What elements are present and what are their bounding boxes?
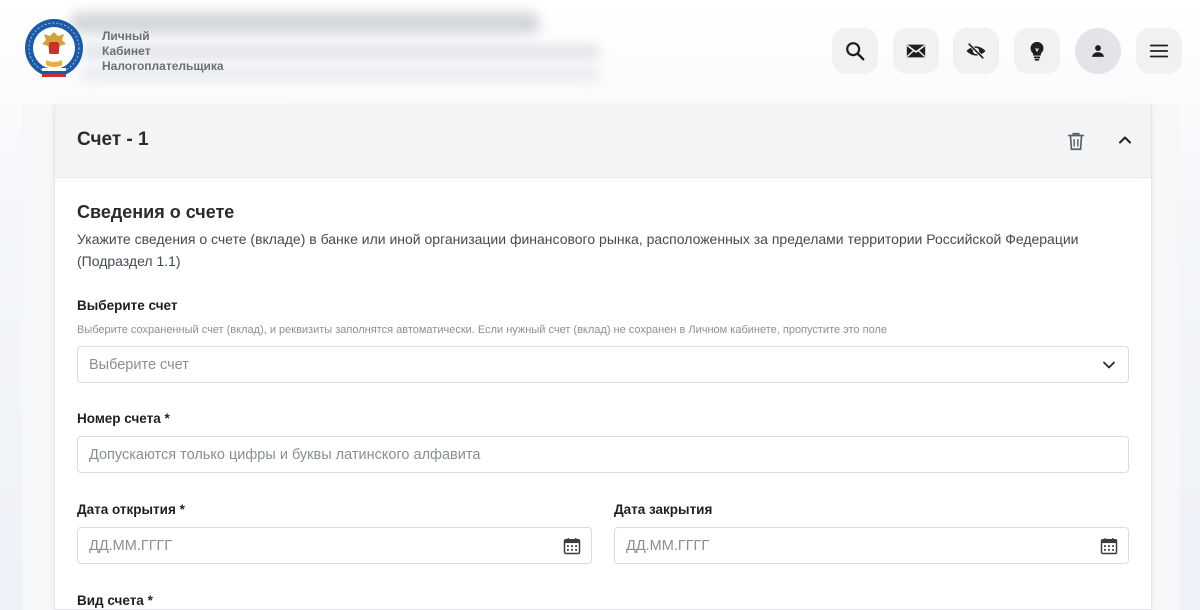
menu-button[interactable] — [1136, 28, 1182, 74]
account-type-label: Вид счета * — [77, 593, 153, 608]
calendar-icon[interactable] — [562, 536, 582, 556]
card-header[interactable]: Счет - 1 — [55, 104, 1151, 178]
select-account-label: Выберите счет — [77, 298, 178, 313]
open-date-input[interactable]: ДД.ММ.ГГГГ — [77, 527, 592, 564]
accessibility-button[interactable] — [953, 28, 999, 74]
calendar-icon[interactable] — [1099, 536, 1119, 556]
menu-icon — [1149, 44, 1169, 58]
account-card: Счет - 1 Сведения о счете Укажите сведен… — [54, 104, 1152, 610]
trash-icon[interactable] — [1065, 130, 1087, 152]
eye-off-icon — [966, 42, 986, 60]
user-icon — [1092, 45, 1104, 57]
section-title: Сведения о счете — [77, 202, 235, 222]
section-description: Укажите сведения о счете (вкладе) в банк… — [77, 231, 1079, 269]
mail-icon — [906, 44, 926, 58]
account-number-placeholder: Допускаются только цифры и буквы латинск… — [89, 446, 481, 463]
close-date-input[interactable]: ДД.ММ.ГГГГ — [614, 527, 1129, 564]
tips-button[interactable] — [1014, 28, 1060, 74]
search-icon — [846, 42, 865, 61]
lightbulb-icon — [1030, 41, 1044, 61]
content-area: Счет - 1 Сведения о счете Укажите сведен… — [22, 104, 1180, 610]
profile-button[interactable] — [1075, 28, 1121, 74]
select-account-hint: Выберите сохраненный счет (вклад), и рек… — [77, 324, 887, 336]
open-date-placeholder: ДД.ММ.ГГГГ — [89, 537, 173, 554]
app-header: Личный Кабинет Налогоплательщика — [0, 0, 1200, 104]
close-date-placeholder: ДД.ММ.ГГГГ — [626, 537, 710, 554]
messages-button[interactable] — [893, 28, 939, 74]
search-button[interactable] — [832, 28, 878, 74]
logo-text: Личный Кабинет Налогоплательщика — [102, 29, 224, 73]
close-date-label: Дата закрытия — [614, 502, 713, 517]
select-account-dropdown[interactable]: Выберите счет — [77, 346, 1129, 383]
account-number-input[interactable]: Допускаются только цифры и буквы латинск… — [77, 436, 1129, 473]
fns-logo[interactable] — [24, 18, 84, 80]
account-number-label: Номер счета * — [77, 411, 170, 426]
card-title: Счет - 1 — [77, 129, 149, 150]
chevron-up-icon[interactable] — [1115, 130, 1135, 150]
chevron-down-icon — [1103, 361, 1115, 369]
select-account-placeholder: Выберите счет — [89, 356, 189, 373]
open-date-label: Дата открытия * — [77, 502, 185, 517]
